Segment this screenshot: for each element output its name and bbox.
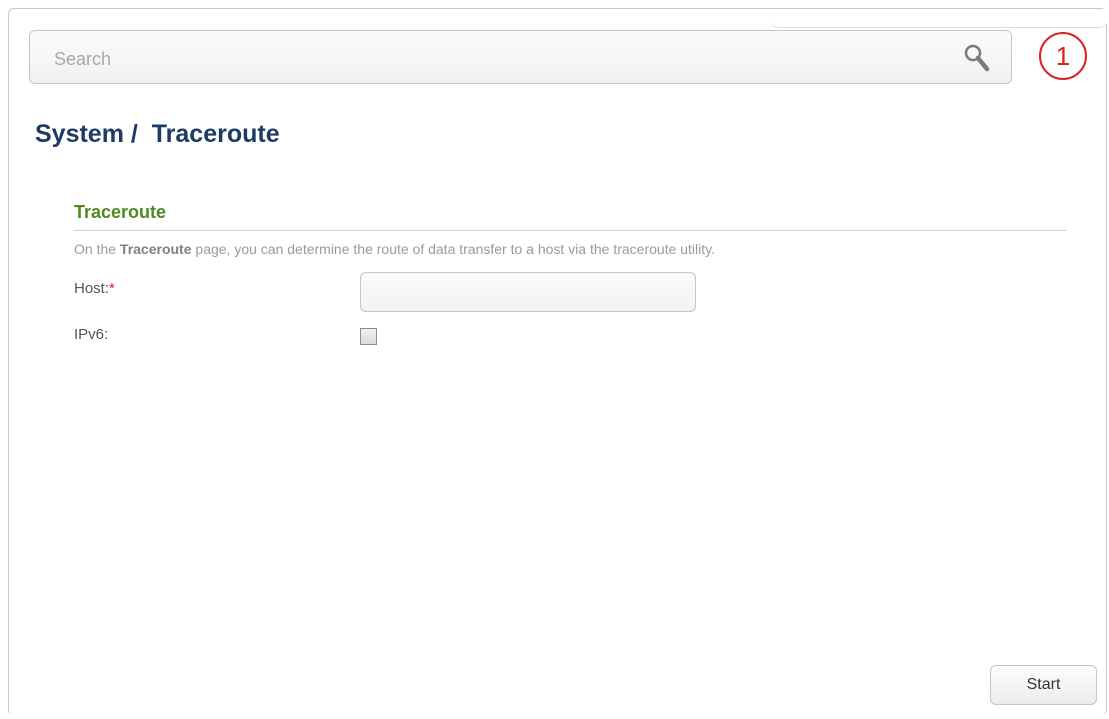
search-bar[interactable]	[29, 30, 1012, 84]
host-label: Host:*	[74, 280, 115, 297]
section-divider	[74, 230, 1067, 231]
page-title: System / Traceroute	[35, 120, 280, 149]
host-label-text: Host:	[74, 280, 110, 297]
ipv6-checkbox[interactable]	[360, 328, 377, 345]
description-suffix: page, you can determine the route of dat…	[191, 241, 716, 257]
host-input[interactable]	[360, 272, 696, 312]
content-panel	[8, 8, 1109, 715]
required-mark: *	[109, 280, 115, 297]
description-prefix: On the	[74, 241, 120, 257]
section-description: On the Traceroute page, you can determin…	[74, 241, 715, 257]
search-icon[interactable]	[963, 43, 991, 73]
search-input[interactable]	[52, 45, 956, 73]
callout-marker: 1	[1039, 32, 1087, 80]
tab-notch	[769, 9, 1109, 28]
breadcrumb-separator: /	[130, 120, 138, 148]
section-title: Traceroute	[74, 202, 167, 222]
breadcrumb-page: Traceroute	[151, 120, 280, 148]
start-button[interactable]: Start	[990, 665, 1097, 705]
breadcrumb-section: System	[35, 120, 124, 148]
ipv6-label: IPv6:	[74, 326, 109, 343]
description-bold: Traceroute	[119, 241, 192, 257]
